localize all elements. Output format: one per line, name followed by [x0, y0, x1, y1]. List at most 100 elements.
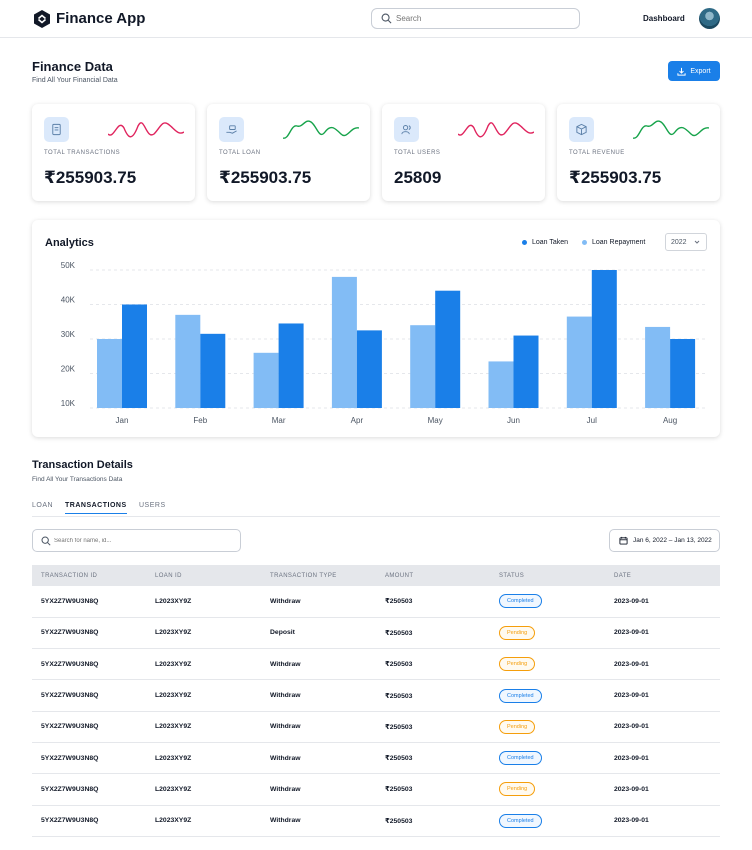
cell-id: 5YX2Z7W9U3N8Q — [41, 629, 99, 637]
table-row[interactable]: 5YX2Z7W9U3N8Q L2023XY9Z Withdraw ₹250503 Pen… — [32, 649, 720, 680]
cell-loan: L2023XY9Z — [155, 629, 192, 637]
bar-loan-taken-feb[interactable] — [200, 333, 226, 408]
legend-label: Loan Taken — [532, 239, 569, 246]
search-icon — [41, 536, 51, 546]
bar-loan-repayment-mar[interactable] — [253, 352, 279, 408]
bar-loan-taken-may[interactable] — [435, 290, 461, 408]
global-search[interactable] — [371, 8, 580, 29]
trend-sparkline — [108, 122, 184, 138]
user-avatar[interactable] — [699, 8, 720, 29]
cell-amount: ₹250503 — [385, 723, 413, 731]
bar-loan-taken-mar[interactable] — [278, 323, 304, 408]
status-cell: Completed — [490, 742, 605, 773]
status-cell: Pending — [490, 711, 605, 742]
transactions-title: Transaction Details — [32, 459, 133, 471]
cell-id: 5YX2Z7W9U3N8Q — [41, 692, 99, 700]
stat-value: 25809 — [394, 168, 442, 187]
stat-card-revenue[interactable]: TOTAL REVENUE ₹255903.75 — [557, 104, 720, 201]
bar-loan-taken-jan[interactable] — [122, 304, 147, 409]
tab-transactions[interactable]: TRANSACTIONS — [65, 502, 127, 514]
transaction-search[interactable] — [32, 529, 241, 552]
table-row[interactable]: 5YX2Z7W9U3N8Q L2023XY9Z Withdraw ₹250503 Com… — [32, 742, 720, 774]
stat-value: ₹255903.75 — [44, 168, 137, 187]
status-badge: Completed — [499, 813, 542, 828]
column-header[interactable]: DATE — [605, 565, 720, 586]
bar-loan-repayment-jul[interactable] — [566, 316, 592, 408]
year-select[interactable]: 2022 — [665, 233, 707, 251]
table-row[interactable]: 5YX2Z7W9U3N8Q L2023XY9Z Withdraw ₹250503 Pen… — [32, 711, 720, 743]
cell-type: Withdraw — [270, 785, 301, 793]
search-icon — [381, 13, 392, 24]
export-button[interactable]: Export — [668, 61, 720, 81]
legend-label: Loan Repayment — [592, 239, 646, 246]
x-tick-label: Apr — [351, 416, 364, 425]
status-cell: Pending — [490, 774, 605, 805]
column-header[interactable]: TRANSACTION ID — [32, 565, 146, 586]
status-badge: Completed — [499, 594, 542, 609]
transaction-search-input[interactable] — [54, 534, 234, 548]
column-header[interactable]: LOAN ID — [146, 565, 261, 586]
cell-loan: L2023XY9Z — [155, 723, 192, 731]
table-row[interactable]: 5YX2Z7W9U3N8Q L2023XY9Z Withdraw ₹250503 Pen… — [32, 774, 720, 806]
cell-loan: L2023XY9Z — [155, 660, 192, 668]
cell-amount: ₹250503 — [385, 692, 413, 700]
bar-loan-repayment-aug[interactable] — [645, 326, 671, 408]
date-range-picker[interactable]: Jan 6, 2022 – Jan 13, 2022 — [609, 529, 720, 552]
bar-loan-taken-apr[interactable] — [356, 330, 382, 408]
column-header[interactable]: TRANSACTION TYPE — [261, 565, 376, 586]
cell-loan: L2023XY9Z — [155, 754, 192, 762]
stat-value: ₹255903.75 — [219, 168, 312, 187]
stat-card-loan[interactable]: TOTAL LOAN ₹255903.75 — [207, 104, 370, 201]
cell-amount: ₹250503 — [385, 661, 413, 669]
cell-date: 2023-09-01 — [614, 754, 649, 762]
cell-id: 5YX2Z7W9U3N8Q — [41, 754, 99, 762]
tab-loan[interactable]: LOAN — [32, 502, 53, 513]
bar-loan-taken-jul[interactable] — [591, 270, 617, 408]
trend-sparkline — [283, 120, 359, 139]
table-row[interactable]: 5YX2Z7W9U3N8Q L2023XY9Z Withdraw ₹250503 Com… — [32, 805, 720, 837]
nav-dashboard-link[interactable]: Dashboard — [643, 14, 685, 23]
legend-dot — [522, 240, 527, 245]
cell-loan: L2023XY9Z — [155, 597, 192, 605]
status-cell: Completed — [490, 586, 605, 617]
legend-loan-repayment: Loan Repayment — [582, 239, 645, 246]
table-header-row: TRANSACTION ID LOAN ID TRANSACTION TYPE … — [32, 565, 720, 586]
stat-card-transactions[interactable]: TOTAL TRANSACTIONS ₹255903.75 — [32, 104, 195, 201]
table-row[interactable]: 5YX2Z7W9U3N8Q L2023XY9Z Withdraw ₹250503 Com… — [32, 680, 720, 712]
y-tick-label: 30K — [61, 330, 76, 339]
cell-date: 2023-09-01 — [614, 723, 649, 731]
app-logo-icon[interactable] — [32, 9, 52, 29]
bar-loan-repayment-jan[interactable] — [97, 339, 122, 408]
cell-date: 2023-09-01 — [614, 629, 649, 637]
cell-id: 5YX2Z7W9U3N8Q — [41, 660, 99, 668]
calendar-icon — [619, 536, 628, 545]
cell-date: 2023-09-01 — [614, 785, 649, 793]
legend-loan-taken: Loan Taken — [522, 239, 568, 246]
global-search-input[interactable] — [396, 11, 571, 26]
stat-card-users[interactable]: TOTAL USERS 25809 — [382, 104, 545, 201]
cell-type: Withdraw — [270, 817, 301, 825]
app-title: Finance App — [56, 10, 146, 27]
column-header[interactable]: AMOUNT — [376, 565, 490, 586]
receipt-icon — [44, 117, 69, 142]
table-row[interactable]: 5YX2Z7W9U3N8Q L2023XY9Z Withdraw ₹250503 Com… — [32, 586, 720, 618]
bar-loan-taken-aug[interactable] — [670, 339, 696, 408]
cell-type: Withdraw — [270, 660, 301, 668]
bar-loan-repayment-feb[interactable] — [175, 314, 201, 408]
y-tick-label: 50K — [61, 261, 76, 270]
stat-label: TOTAL TRANSACTIONS — [44, 150, 121, 156]
status-badge: Pending — [499, 625, 536, 640]
column-header[interactable]: STATUS — [490, 565, 605, 586]
stat-value: ₹255903.75 — [569, 168, 662, 187]
table-row[interactable]: 5YX2Z7W9U3N8Q L2023XY9Z Deposit ₹250503 Pend… — [32, 617, 720, 649]
bar-loan-repayment-jun[interactable] — [488, 361, 514, 408]
bar-loan-taken-jun[interactable] — [513, 335, 539, 408]
chevron-down-icon — [694, 240, 700, 244]
bar-loan-repayment-apr[interactable] — [331, 276, 357, 408]
box-icon — [569, 117, 594, 142]
status-cell: Completed — [490, 680, 605, 711]
x-tick-label: Jun — [507, 416, 520, 425]
export-label: Export — [690, 67, 711, 75]
tab-users[interactable]: USERS — [139, 502, 166, 513]
bar-loan-repayment-may[interactable] — [410, 325, 436, 408]
